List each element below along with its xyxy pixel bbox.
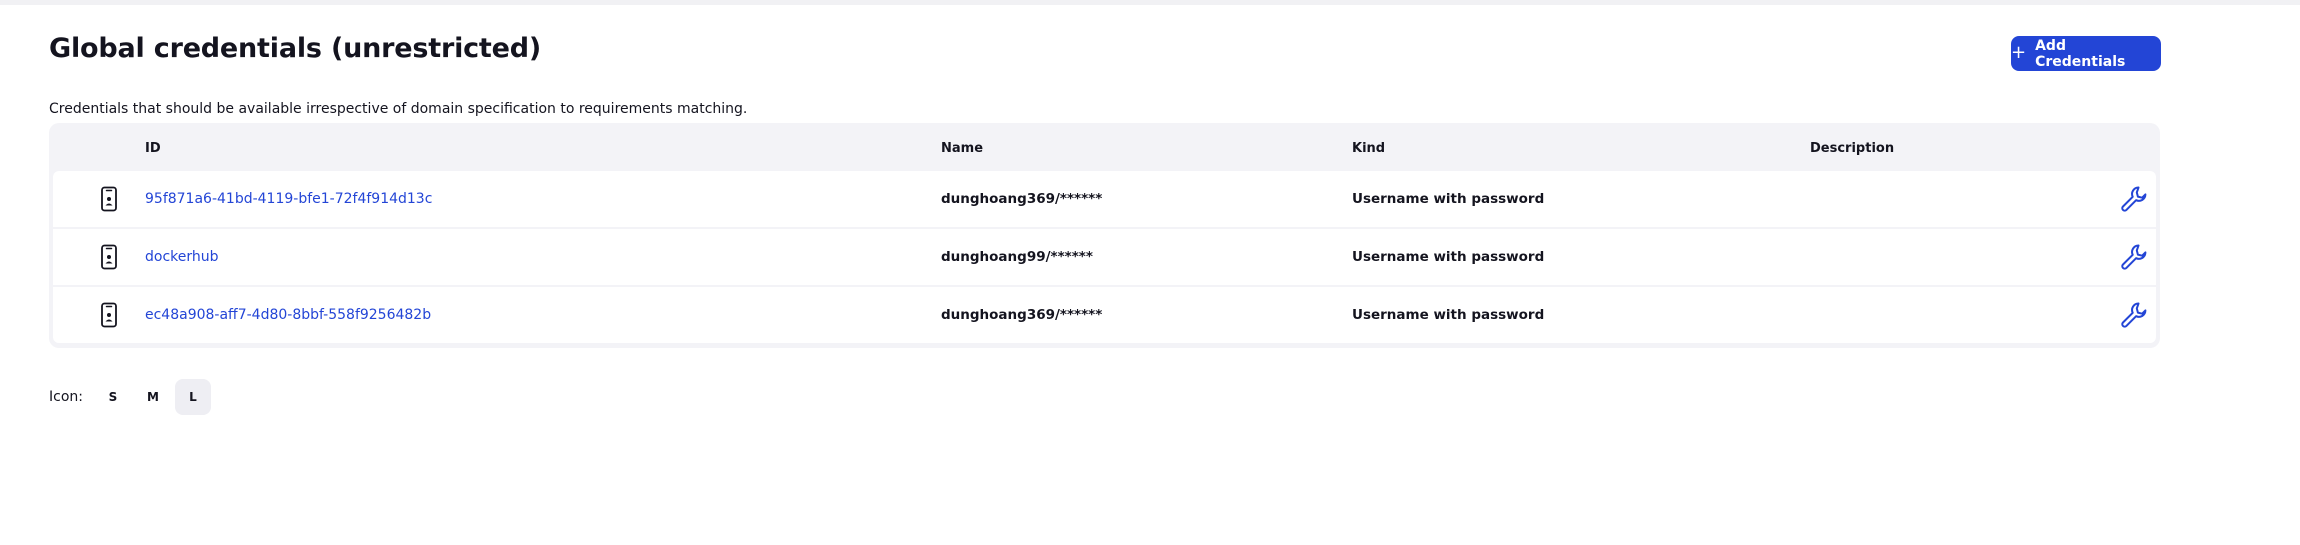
page-title: Global credentials (unrestricted) [49, 33, 542, 64]
mobile-credential-icon [97, 229, 121, 285]
page-description: Credentials that should be available irr… [49, 101, 748, 117]
credential-id-link[interactable]: dockerhub [145, 229, 219, 285]
add-credentials-label: Add Credentials [2035, 37, 2126, 70]
wrench-icon[interactable] [2116, 171, 2152, 227]
mobile-credential-icon [97, 287, 121, 343]
credential-name: dunghoang99/****** [941, 249, 1093, 265]
mobile-credential-icon [97, 171, 121, 227]
credentials-table: ID Name Kind Description 95f871a6-41bd-4… [49, 123, 2160, 348]
column-header-kind: Kind [1352, 141, 1386, 156]
wrench-icon[interactable] [2116, 287, 2152, 343]
table-row: 95f871a6-41bd-4119-bfe1-72f4f914d13c dun… [53, 171, 2156, 227]
credentials-page: Global credentials (unrestricted) + Add … [49, 0, 2161, 545]
add-credentials-button[interactable]: + Add Credentials [2011, 36, 2161, 71]
table-row: ec48a908-aff7-4d80-8bbf-558f9256482b dun… [53, 287, 2156, 343]
icon-size-label: Icon: [49, 389, 83, 405]
table-row: dockerhub dunghoang99/****** Username wi… [53, 229, 2156, 285]
icon-size-s-button[interactable]: S [95, 379, 131, 415]
column-header-description: Description [1810, 141, 1895, 156]
credential-kind: Username with password [1352, 191, 1545, 207]
icon-size-l-button[interactable]: L [174, 379, 211, 415]
credential-name: dunghoang369/****** [941, 307, 1103, 323]
plus-icon: + [2011, 41, 2027, 63]
credential-kind: Username with password [1352, 307, 1545, 323]
credential-id-link[interactable]: 95f871a6-41bd-4119-bfe1-72f4f914d13c [145, 171, 432, 227]
table-header: ID Name Kind Description [49, 123, 2160, 170]
column-header-name: Name [941, 141, 984, 156]
icon-size-selector: Icon: S M L [49, 378, 215, 416]
credential-name: dunghoang369/****** [941, 191, 1103, 207]
column-header-id: ID [145, 141, 161, 156]
wrench-icon[interactable] [2116, 229, 2152, 285]
icon-size-m-button[interactable]: M [135, 379, 171, 415]
credential-id-link[interactable]: ec48a908-aff7-4d80-8bbf-558f9256482b [145, 287, 431, 343]
credential-kind: Username with password [1352, 249, 1545, 265]
